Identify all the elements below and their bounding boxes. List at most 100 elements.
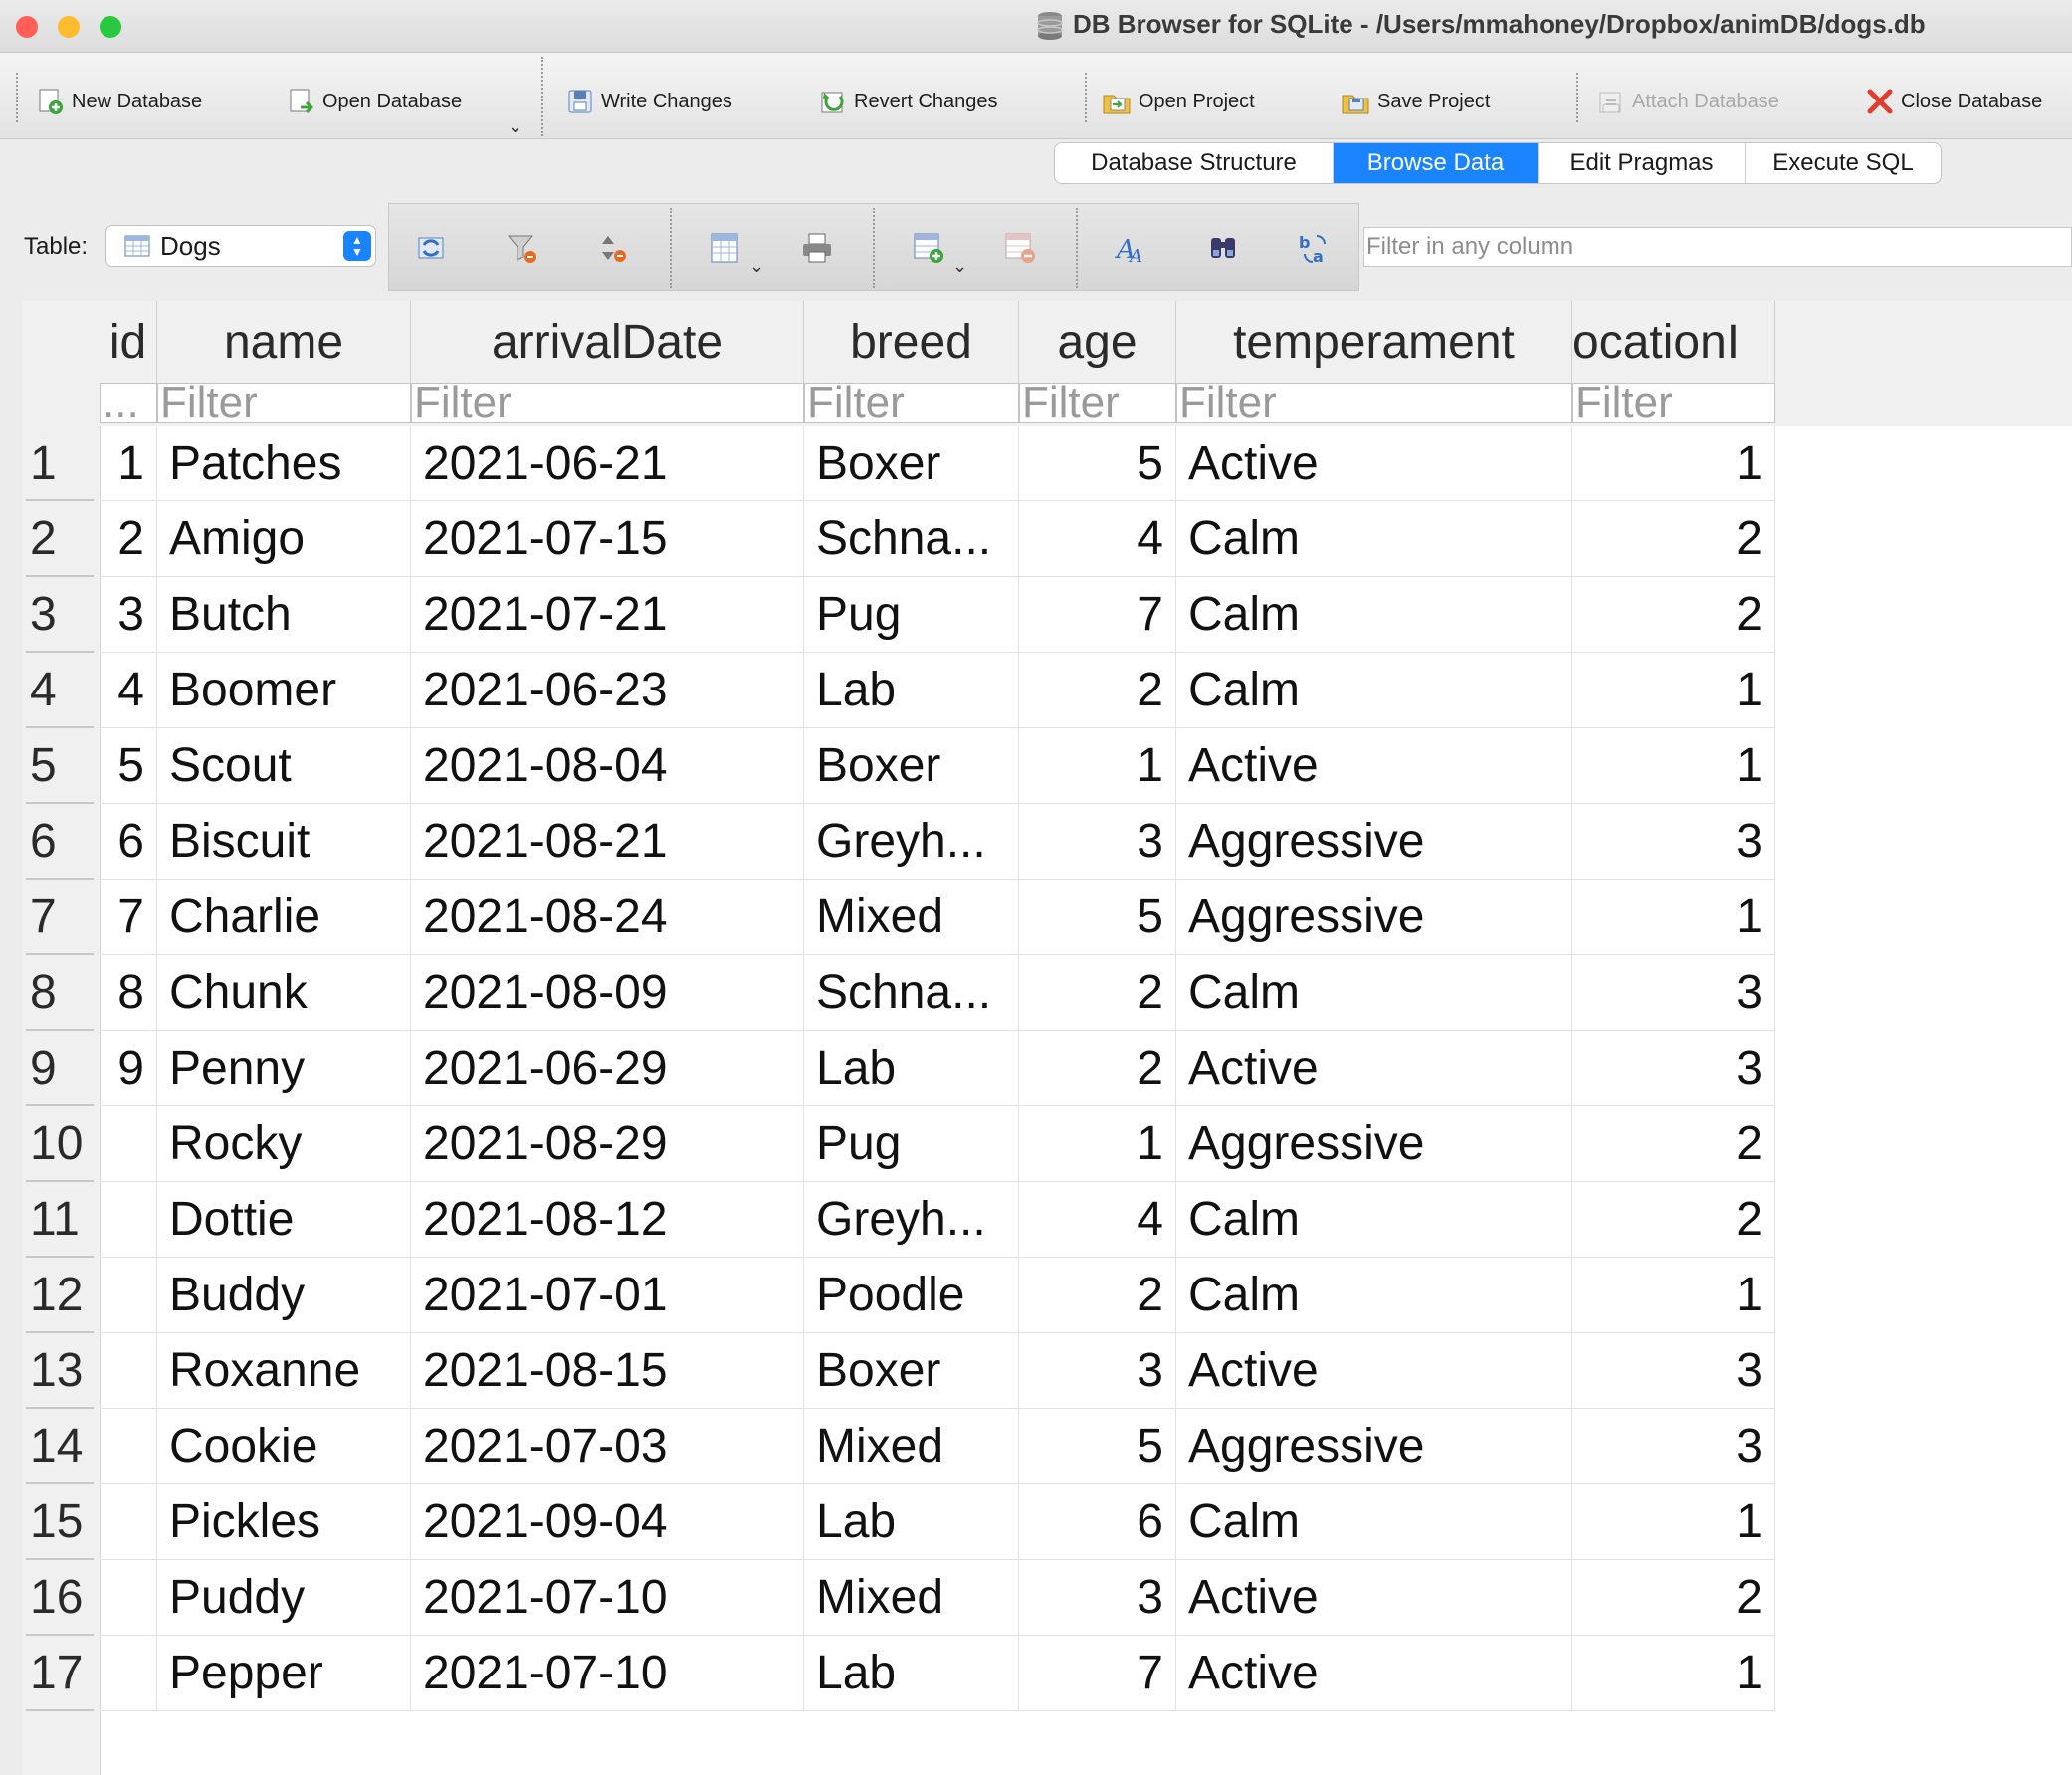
row-number[interactable]: 13: [22, 1333, 100, 1409]
cell-temperament[interactable]: Active: [1176, 1636, 1572, 1711]
refresh-icon[interactable]: [413, 230, 449, 271]
row-number[interactable]: 5: [22, 728, 100, 804]
filter-input-id[interactable]: ...: [100, 383, 157, 423]
row-number[interactable]: 11: [22, 1182, 100, 1258]
cell-breed[interactable]: Pug: [804, 1106, 1019, 1182]
cell-arrivaldate[interactable]: 2021-06-21: [411, 426, 804, 501]
clear-sorting-icon[interactable]: [596, 230, 632, 271]
column-header-id[interactable]: id: [100, 301, 157, 383]
row-number[interactable]: 1: [22, 426, 100, 501]
cell-temperament[interactable]: Active: [1176, 1333, 1572, 1409]
cell-arrivaldate[interactable]: 2021-09-04: [411, 1484, 804, 1560]
cell-temperament[interactable]: Aggressive: [1176, 804, 1572, 880]
filter-input-name[interactable]: Filter: [157, 383, 411, 423]
cell-id[interactable]: 4: [100, 653, 157, 728]
filter-input-arrivaldate[interactable]: Filter: [411, 383, 804, 423]
revert-changes-button[interactable]: Revert Changes: [818, 85, 998, 118]
cell-breed[interactable]: Mixed: [804, 1409, 1019, 1484]
cell-age[interactable]: 7: [1019, 1636, 1176, 1711]
cell-temperament[interactable]: Active: [1176, 1031, 1572, 1106]
cell-name[interactable]: Roxanne: [157, 1333, 411, 1409]
cell-name[interactable]: Amigo: [157, 501, 411, 577]
cell-temperament[interactable]: Aggressive: [1176, 1106, 1572, 1182]
filter-input-age[interactable]: Filter: [1019, 383, 1176, 423]
cell-name[interactable]: Patches: [157, 426, 411, 501]
cell-id[interactable]: [100, 1484, 157, 1560]
cell-temperament[interactable]: Calm: [1176, 577, 1572, 653]
cell-breed[interactable]: Mixed: [804, 880, 1019, 955]
cell-name[interactable]: Boomer: [157, 653, 411, 728]
column-header-temperament[interactable]: temperament: [1176, 301, 1572, 383]
cell-breed[interactable]: Lab: [804, 1484, 1019, 1560]
row-number[interactable]: 10: [22, 1106, 100, 1182]
cell-age[interactable]: 2: [1019, 1258, 1176, 1333]
cell-arrivaldate[interactable]: 2021-07-01: [411, 1258, 804, 1333]
cell-breed[interactable]: Schna...: [804, 501, 1019, 577]
cell-arrivaldate[interactable]: 2021-08-15: [411, 1333, 804, 1409]
cell-id[interactable]: 2: [100, 501, 157, 577]
column-header-breed[interactable]: breed: [804, 301, 1019, 383]
new-database-button[interactable]: New Database: [36, 85, 202, 118]
open-database-dropdown-chevron-icon[interactable]: ⌄: [508, 116, 522, 137]
table-select[interactable]: Dogs ▲ ▼: [105, 225, 376, 267]
cell-locationid[interactable]: 1: [1572, 1258, 1775, 1333]
cell-age[interactable]: 5: [1019, 880, 1176, 955]
column-header-age[interactable]: age: [1019, 301, 1176, 383]
cell-arrivaldate[interactable]: 2021-08-24: [411, 880, 804, 955]
cell-breed[interactable]: Boxer: [804, 426, 1019, 501]
cell-name[interactable]: Pepper: [157, 1636, 411, 1711]
font-format-icon[interactable]: AA: [1114, 230, 1149, 271]
insert-record-chevron-icon[interactable]: ⌄: [952, 256, 967, 277]
row-number[interactable]: 8: [22, 955, 100, 1031]
cell-temperament[interactable]: Aggressive: [1176, 880, 1572, 955]
cell-temperament[interactable]: Active: [1176, 728, 1572, 804]
cell-name[interactable]: Chunk: [157, 955, 411, 1031]
cell-locationid[interactable]: 1: [1572, 728, 1775, 804]
cell-temperament[interactable]: Calm: [1176, 653, 1572, 728]
row-number[interactable]: 12: [22, 1258, 100, 1333]
write-changes-button[interactable]: Write Changes: [565, 85, 732, 118]
cell-arrivaldate[interactable]: 2021-07-03: [411, 1409, 804, 1484]
cell-arrivaldate[interactable]: 2021-07-10: [411, 1560, 804, 1636]
cell-breed[interactable]: Boxer: [804, 728, 1019, 804]
tab-execute-sql[interactable]: Execute SQL: [1746, 143, 1941, 183]
cell-id[interactable]: [100, 1106, 157, 1182]
cell-arrivaldate[interactable]: 2021-08-04: [411, 728, 804, 804]
cell-id[interactable]: 9: [100, 1031, 157, 1106]
cell-id[interactable]: [100, 1560, 157, 1636]
column-header-name[interactable]: name: [157, 301, 411, 383]
cell-age[interactable]: 1: [1019, 728, 1176, 804]
open-database-button[interactable]: Open Database: [287, 85, 462, 118]
cell-locationid[interactable]: 1: [1572, 1636, 1775, 1711]
cell-locationid[interactable]: 2: [1572, 1106, 1775, 1182]
cell-breed[interactable]: Greyh...: [804, 1182, 1019, 1258]
cell-arrivaldate[interactable]: 2021-07-21: [411, 577, 804, 653]
row-number[interactable]: 7: [22, 880, 100, 955]
cell-arrivaldate[interactable]: 2021-08-21: [411, 804, 804, 880]
cell-name[interactable]: Penny: [157, 1031, 411, 1106]
row-number[interactable]: 9: [22, 1031, 100, 1106]
save-results-chevron-icon[interactable]: ⌄: [749, 256, 764, 277]
cell-name[interactable]: Rocky: [157, 1106, 411, 1182]
filter-input-locationid[interactable]: Filter: [1572, 383, 1775, 423]
cell-temperament[interactable]: Calm: [1176, 1484, 1572, 1560]
cell-locationid[interactable]: 1: [1572, 880, 1775, 955]
cell-locationid[interactable]: 3: [1572, 804, 1775, 880]
row-number[interactable]: 15: [22, 1484, 100, 1560]
cell-arrivaldate[interactable]: 2021-08-09: [411, 955, 804, 1031]
cell-age[interactable]: 5: [1019, 426, 1176, 501]
cell-arrivaldate[interactable]: 2021-06-29: [411, 1031, 804, 1106]
cell-temperament[interactable]: Aggressive: [1176, 1409, 1572, 1484]
find-icon[interactable]: [1205, 230, 1241, 271]
cell-id[interactable]: [100, 1333, 157, 1409]
cell-age[interactable]: 3: [1019, 1560, 1176, 1636]
cell-breed[interactable]: Lab: [804, 1636, 1019, 1711]
cell-age[interactable]: 4: [1019, 501, 1176, 577]
cell-name[interactable]: Biscuit: [157, 804, 411, 880]
delete-record-icon[interactable]: [1002, 230, 1038, 271]
cell-breed[interactable]: Schna...: [804, 955, 1019, 1031]
cell-breed[interactable]: Lab: [804, 653, 1019, 728]
cell-arrivaldate[interactable]: 2021-08-29: [411, 1106, 804, 1182]
filter-input-temperament[interactable]: Filter: [1176, 383, 1572, 423]
cell-arrivaldate[interactable]: 2021-08-12: [411, 1182, 804, 1258]
